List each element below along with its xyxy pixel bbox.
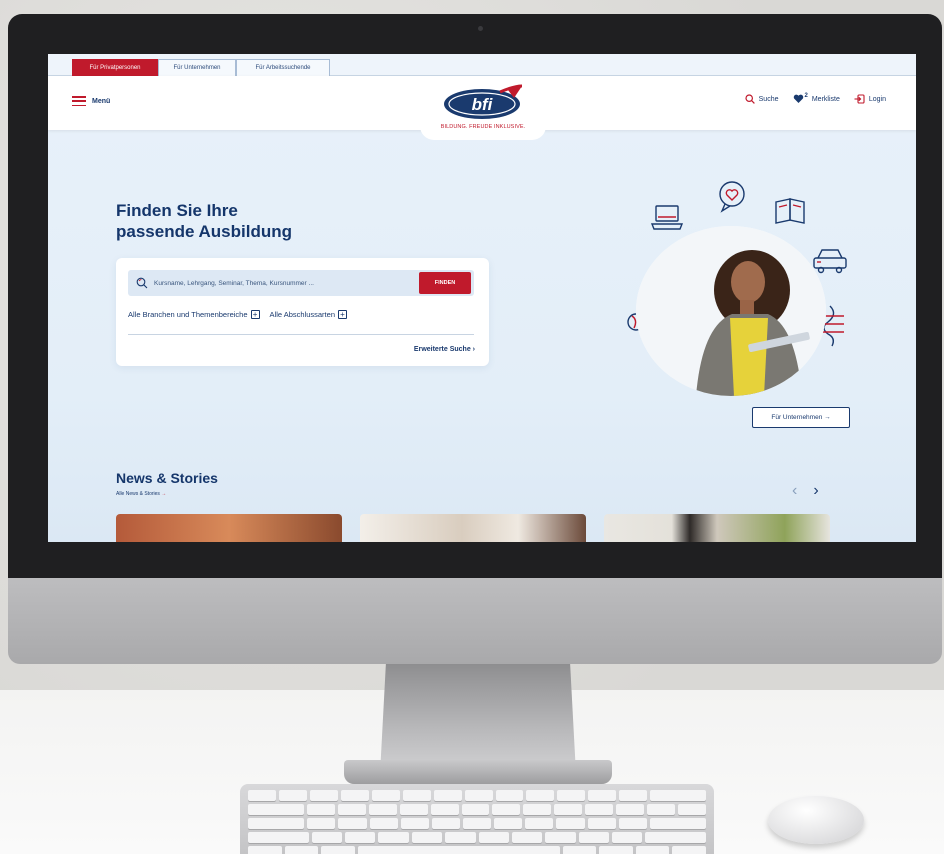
- svg-text:bfi: bfi: [472, 95, 494, 114]
- monitor-stand-base: [344, 760, 612, 784]
- filter-branches-label: Alle Branchen und Themenbereiche: [128, 310, 248, 319]
- screen: Für Privatpersonen Für Unternehmen Für A…: [48, 54, 916, 542]
- merkliste-button[interactable]: 2 Merkliste: [793, 93, 840, 104]
- chevron-left-icon[interactable]: ‹: [792, 482, 797, 500]
- search-input[interactable]: [154, 274, 414, 292]
- logo-tagline: BILDUNG. FREUDE INKLUSIVE.: [440, 124, 526, 130]
- mouse: [768, 796, 864, 844]
- hero-title-line1: Finden Sie Ihre: [116, 201, 238, 220]
- filter-degrees[interactable]: Alle Abschlussarten +: [270, 310, 347, 319]
- monitor-chin: [8, 578, 942, 664]
- arrow-right-icon: →: [161, 491, 167, 497]
- search-button[interactable]: Suche: [745, 94, 779, 104]
- search-field-icon: [136, 277, 148, 289]
- chevron-right-icon[interactable]: ›: [813, 482, 818, 500]
- audience-tabbar: Für Privatpersonen Für Unternehmen Für A…: [48, 54, 916, 76]
- login-label: Login: [868, 95, 886, 103]
- plus-icon: +: [250, 310, 260, 319]
- tab-unternehmen[interactable]: Für Unternehmen: [158, 59, 236, 76]
- news-all-link[interactable]: Alle News & Stories →: [116, 491, 166, 497]
- filter-degrees-label: Alle Abschlussarten: [269, 310, 335, 319]
- hamburger-icon: [72, 96, 86, 106]
- menu-label: Menü: [92, 97, 111, 105]
- news-carousel-nav: ‹ ›: [792, 482, 819, 500]
- merkliste-count: 2: [804, 93, 808, 99]
- menu-button[interactable]: Menü: [72, 96, 110, 106]
- hero-image: [636, 226, 826, 396]
- tab-privatpersonen[interactable]: Für Privatpersonen: [72, 59, 158, 76]
- hero-title-line2: passende Ausbildung: [116, 222, 293, 241]
- keyboard: [240, 784, 714, 854]
- search-label: Suche: [758, 95, 779, 103]
- divider: [128, 334, 474, 335]
- merkliste-label: Merkliste: [811, 95, 840, 103]
- tab-arbeitssuchende[interactable]: Für Arbeitssuchende: [236, 59, 330, 76]
- plus-icon: +: [337, 310, 347, 319]
- camera-dot: [478, 26, 483, 31]
- search-card: FINDEN Alle Branchen und Themenbereiche …: [116, 258, 489, 366]
- hero-title: Finden Sie Ihre passende Ausbildung: [116, 200, 376, 242]
- news-card[interactable]: [604, 514, 830, 542]
- chat-heart-icon: [719, 181, 745, 213]
- filter-branches[interactable]: Alle Branchen und Themenbereiche +: [128, 310, 260, 319]
- site-header: Menü bfi BILDUNG. FREUDE INKLUSIVE. Such…: [48, 76, 916, 140]
- news-all-link-label: Alle News & Stories: [116, 491, 160, 497]
- unternehmen-button[interactable]: Für Unternehmen →: [752, 407, 850, 428]
- book-icon: [775, 198, 805, 224]
- heart-icon: [793, 94, 803, 103]
- laptop-icon: [650, 205, 684, 230]
- woman-photo: [636, 226, 826, 396]
- advanced-search-link[interactable]: Erweiterte Suche ›: [414, 346, 475, 353]
- search-bar: FINDEN: [128, 270, 474, 296]
- news-card[interactable]: [360, 514, 586, 542]
- search-icon: [745, 94, 755, 104]
- find-button[interactable]: FINDEN: [419, 272, 471, 294]
- news-title: News & Stories: [116, 470, 218, 486]
- filter-row: Alle Branchen und Themenbereiche + Alle …: [128, 310, 347, 319]
- login-button[interactable]: Login: [854, 94, 886, 104]
- header-actions: Suche 2 Merkliste Login: [745, 93, 886, 104]
- bfi-logo-icon: bfi: [444, 84, 523, 119]
- news-card[interactable]: [116, 514, 342, 542]
- monitor-stand: [380, 664, 576, 774]
- car-icon: [813, 249, 847, 274]
- logo[interactable]: bfi BILDUNG. FREUDE INKLUSIVE.: [420, 76, 546, 140]
- login-icon: [854, 94, 865, 104]
